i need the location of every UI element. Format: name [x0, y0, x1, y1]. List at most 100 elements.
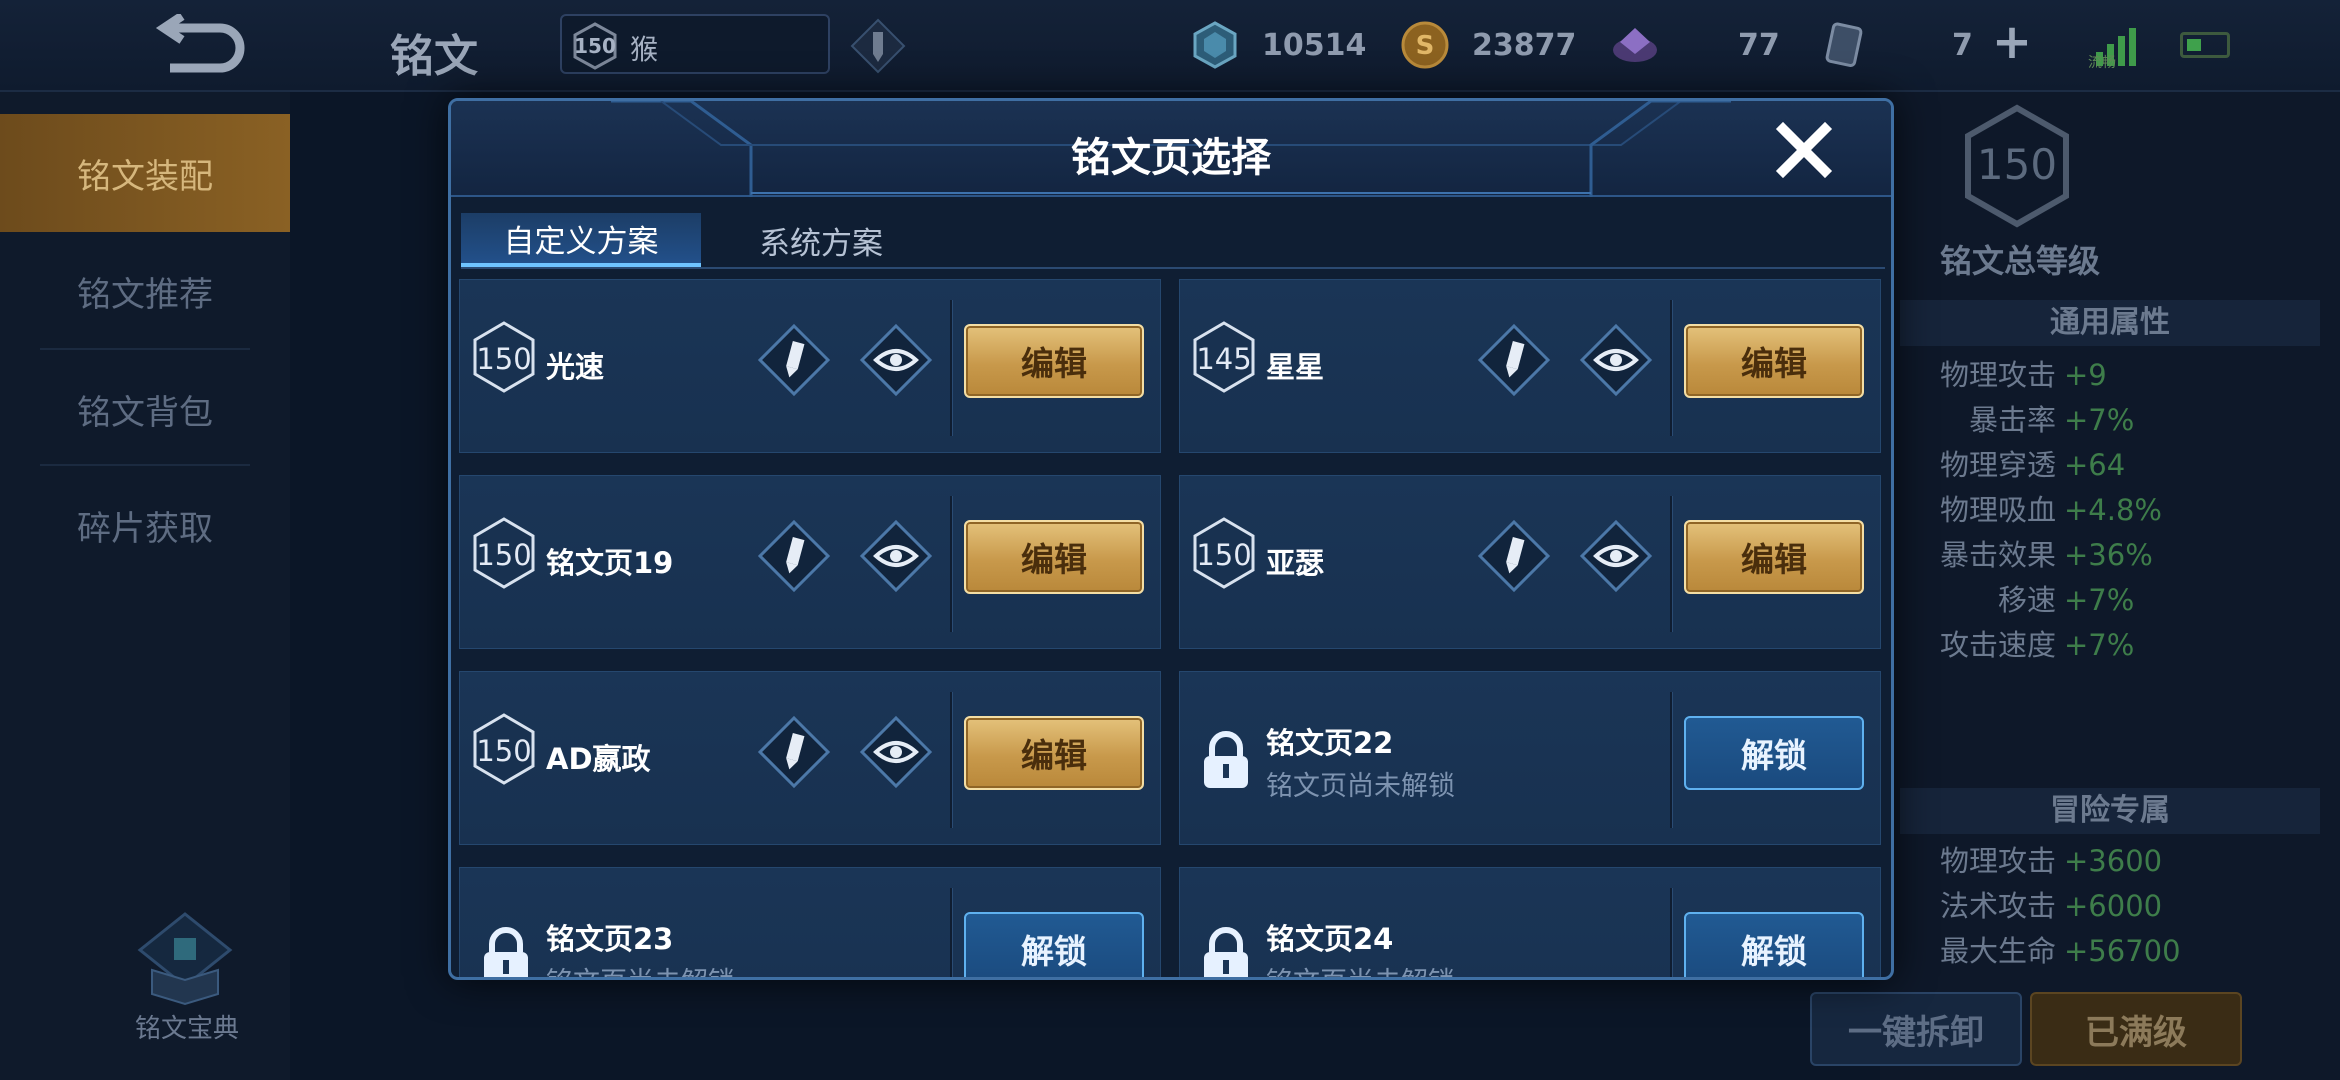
page-level: 150 — [476, 734, 532, 768]
unlock-button[interactable]: 解锁 — [964, 912, 1144, 977]
gem-currency: 77 — [1610, 16, 1780, 76]
card-separator — [950, 300, 952, 436]
general-stats-title: 通用属性 — [1900, 300, 2320, 346]
card-currency: 7 — [1820, 16, 1980, 76]
preview-eye-icon[interactable] — [858, 518, 934, 594]
rename-pencil-icon[interactable] — [1476, 322, 1552, 398]
lock-icon — [484, 927, 528, 977]
sidebar-item-rune-recommend[interactable]: 铭文推荐 — [0, 232, 290, 350]
sidebar-item-fragments[interactable]: 碎片获取 — [0, 466, 290, 584]
page-level: 150 — [1196, 538, 1252, 572]
card-separator — [1670, 496, 1672, 632]
battery-icon — [2180, 32, 2230, 58]
card-separator — [1670, 888, 1672, 977]
page-level: 145 — [1196, 342, 1252, 376]
gold-coin-icon: S — [1401, 21, 1449, 69]
locked-page-card[interactable]: 铭文页24 铭文页尚未解锁 解锁 — [1179, 867, 1881, 977]
lock-icon — [1204, 731, 1248, 788]
rune-page-card[interactable]: 150 AD嬴政 编辑 — [459, 671, 1161, 845]
preview-eye-icon[interactable] — [1578, 322, 1654, 398]
locked-status: 铭文页尚未解锁 — [546, 960, 735, 977]
plus-icon[interactable]: + — [1990, 18, 2034, 66]
page-level-badge: 150 — [472, 712, 536, 786]
page-level-badge: 145 — [1192, 320, 1256, 394]
crystal-icon — [1193, 21, 1237, 69]
svg-text:S: S — [1416, 31, 1435, 61]
hero-name: 猴 — [630, 33, 659, 66]
hero-level-badge: 150 — [572, 22, 618, 70]
sidebar-item-rune-bag[interactable]: 铭文背包 — [0, 350, 290, 468]
gold-currency: S 23877 — [1400, 16, 1580, 76]
dialog-header: 铭文页选择 — [451, 101, 1891, 197]
card-separator — [1670, 692, 1672, 828]
page-level-badge: 150 — [472, 320, 536, 394]
page-title: 铭文 — [390, 31, 478, 82]
page-name: 光速 — [546, 350, 605, 384]
codex-label: 铭文宝典 — [135, 1014, 240, 1044]
back-arrow-icon[interactable] — [150, 14, 250, 80]
rename-pencil-icon[interactable] — [756, 322, 832, 398]
edit-button[interactable]: 编辑 — [964, 324, 1144, 398]
card-separator — [950, 888, 952, 977]
gem-value: 77 — [1738, 28, 1780, 63]
top-bar: 铭文 150 猴 10514 S 23877 77 7 + 流畅 — [0, 0, 2340, 92]
total-level-label: 铭文总等级 — [1939, 242, 2100, 280]
dialog-title: 铭文页选择 — [1071, 135, 1271, 181]
rename-pencil-icon[interactable] — [1476, 518, 1552, 594]
edit-button[interactable]: 编辑 — [1684, 324, 1864, 398]
crystal-value: 10514 — [1262, 28, 1367, 63]
rename-pencil-icon[interactable] — [756, 518, 832, 594]
rename-pencil-icon[interactable] — [756, 714, 832, 790]
adventure-stats-title: 冒险专属 — [1900, 788, 2320, 834]
crystal-currency: 10514 — [1190, 16, 1370, 76]
locked-status: 铭文页尚未解锁 — [1266, 960, 1455, 977]
hero-selector[interactable]: 150 猴 — [560, 14, 830, 74]
card-icon — [1825, 22, 1863, 68]
page-name: 铭文页19 — [546, 546, 674, 580]
card-separator — [1670, 300, 1672, 436]
pencil-icon[interactable] — [848, 16, 908, 76]
card-value: 7 — [1952, 28, 1973, 63]
page-name: 星星 — [1266, 350, 1325, 384]
rune-page-select-dialog: 铭文页选择 自定义方案 系统方案 150 光速 编辑 145 星星 编辑 150… — [448, 98, 1894, 980]
unload-all-button[interactable]: 一键拆卸 — [1810, 992, 2022, 1066]
page-name: 铭文页24 — [1266, 922, 1394, 956]
signal-label: 流畅 — [2088, 55, 2116, 71]
page-level-badge: 150 — [1192, 516, 1256, 590]
preview-eye-icon[interactable] — [858, 322, 934, 398]
maxed-button[interactable]: 已满级 — [2030, 992, 2242, 1066]
card-separator — [950, 496, 952, 632]
edit-button[interactable]: 编辑 — [964, 520, 1144, 594]
card-separator — [950, 692, 952, 828]
lock-icon — [1204, 927, 1248, 977]
close-icon[interactable] — [1773, 119, 1835, 181]
page-name: AD嬴政 — [546, 742, 651, 776]
edit-button[interactable]: 编辑 — [1684, 520, 1864, 594]
gold-value: 23877 — [1472, 28, 1577, 63]
page-level-badge: 150 — [472, 516, 536, 590]
total-level-badge: 150 — [1962, 104, 2072, 228]
hero-level-value: 150 — [574, 34, 616, 58]
unlock-button[interactable]: 解锁 — [1684, 716, 1864, 790]
locked-page-card[interactable]: 铭文页23 铭文页尚未解锁 解锁 — [459, 867, 1161, 977]
rune-page-card[interactable]: 145 星星 编辑 — [1179, 279, 1881, 453]
page-level: 150 — [476, 342, 532, 376]
page-name: 铭文页23 — [546, 922, 674, 956]
gem-icon — [1613, 28, 1657, 62]
rune-page-card[interactable]: 150 光速 编辑 — [459, 279, 1161, 453]
total-level-value: 150 — [1976, 140, 2058, 189]
edit-button[interactable]: 编辑 — [964, 716, 1144, 790]
page-name: 亚瑟 — [1266, 546, 1325, 580]
tab-system-plans[interactable]: 系统方案 — [701, 213, 941, 267]
preview-eye-icon[interactable] — [1578, 518, 1654, 594]
tab-custom-plans[interactable]: 自定义方案 — [461, 213, 701, 267]
rune-page-card[interactable]: 150 亚瑟 编辑 — [1179, 475, 1881, 649]
locked-page-card[interactable]: 铭文页22 铭文页尚未解锁 解锁 — [1179, 671, 1881, 845]
preview-eye-icon[interactable] — [858, 714, 934, 790]
unlock-button[interactable]: 解锁 — [1684, 912, 1864, 977]
sidebar-item-rune-equip[interactable]: 铭文装配 — [0, 114, 290, 232]
page-name: 铭文页22 — [1266, 726, 1394, 760]
rune-page-card[interactable]: 150 铭文页19 编辑 — [459, 475, 1161, 649]
rune-page-grid: 150 光速 编辑 145 星星 编辑 150 铭文页19 编辑 150 亚瑟 … — [459, 267, 1889, 977]
locked-status: 铭文页尚未解锁 — [1266, 771, 1455, 802]
